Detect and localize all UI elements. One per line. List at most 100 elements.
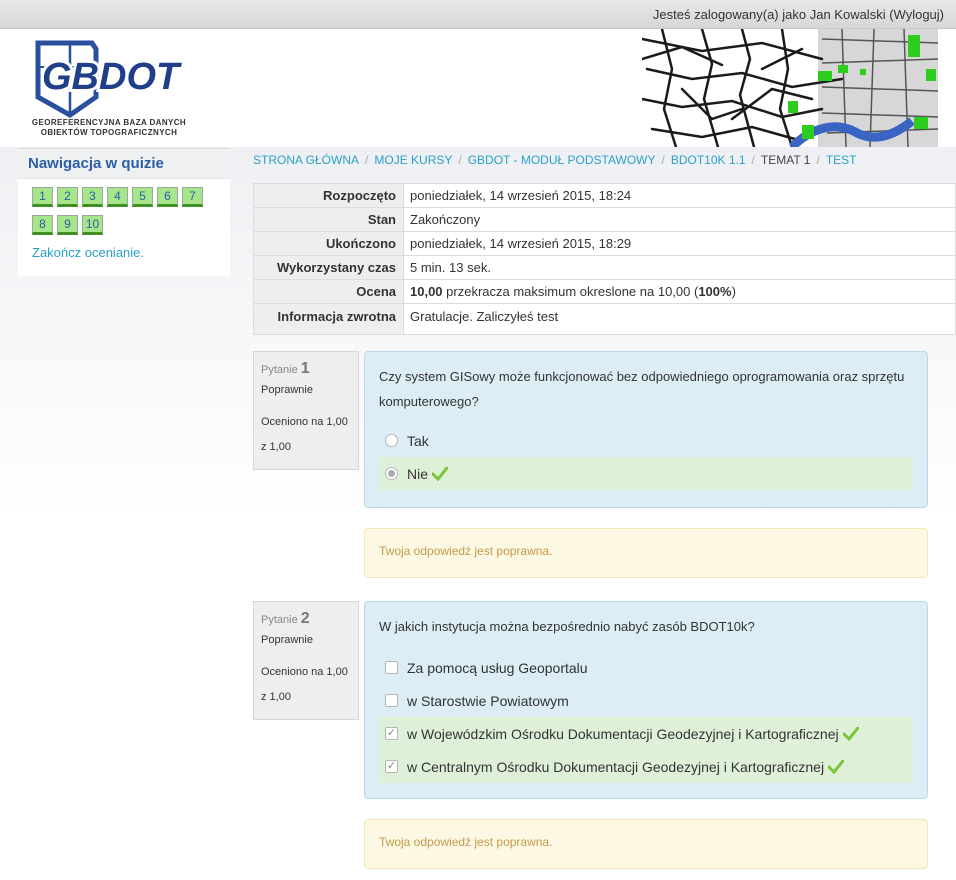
summary-value: poniedziałek, 14 wrzesień 2015, 18:29 — [403, 231, 956, 256]
breadcrumb-test[interactable]: TEST — [826, 153, 857, 167]
logo-subtitle: GEOREFERENCYJNA BAZA DANYCH OBIEKTÓW TOP… — [24, 118, 194, 138]
summary-row-state: Stan Zakończony — [253, 207, 956, 232]
logo-subtitle-line1: GEOREFERENCYJNA BAZA DANYCH — [31, 118, 187, 127]
question-grade-line2: z 1,00 — [261, 691, 291, 703]
question-text: Czy system GISowy może funkcjonować bez … — [379, 369, 905, 409]
question-prefix: Pytanie — [261, 364, 301, 376]
summary-label: Ukończono — [253, 231, 404, 256]
question-number: Pytanie 2 — [261, 610, 351, 628]
breadcrumb-my-courses[interactable]: MOJE KURSY — [374, 153, 452, 167]
grade-description: przekracza maksimum okreslone na 10,00 ( — [442, 284, 699, 299]
question-feedback-2: Twoja odpowiedź jest poprawna. — [364, 819, 928, 869]
summary-label: Stan — [253, 207, 404, 232]
breadcrumb-separator: / — [365, 153, 369, 167]
top-bar: Jesteś zalogowany(a) jako Jan Kowalski (… — [0, 0, 956, 29]
login-info: Jesteś zalogowany(a) jako Jan Kowalski (… — [653, 7, 944, 22]
login-prefix: Jesteś zalogowany(a) jako — [652, 7, 810, 22]
quiz-nav-button-5[interactable]: 5 — [132, 187, 153, 207]
quiz-nav-button-2[interactable]: 2 — [57, 187, 78, 207]
correct-check-icon — [828, 759, 845, 774]
summary-row-time-taken: Wykorzystany czas 5 min. 13 sek. — [253, 255, 956, 280]
logout-link[interactable]: (Wyloguj) — [889, 7, 944, 22]
answer-option[interactable]: ✓ w Wojewódzkim Ośrodku Dokumentacji Geo… — [379, 717, 913, 750]
breadcrumb-separator: / — [661, 153, 665, 167]
question-number: Pytanie 1 — [261, 360, 351, 378]
logo-subtitle-line2: OBIEKTÓW TOPOGRAFICZNYCH — [40, 128, 178, 137]
user-profile-link[interactable]: Jan Kowalski — [810, 7, 886, 22]
answer-label: w Centralnym Ośrodku Dokumentacji Geodez… — [407, 758, 825, 775]
question-grade-line1: Oceniono na 1,00 — [261, 416, 348, 428]
question-feedback-1: Twoja odpowiedź jest poprawna. — [364, 528, 928, 578]
question-grade: Oceniono na 1,00 z 1,00 — [261, 410, 351, 460]
quiz-nav-button-7[interactable]: 7 — [182, 187, 203, 207]
question-info-2: Pytanie 2 Poprawnie Oceniono na 1,00 z 1… — [253, 601, 359, 720]
quiz-nav-button-8[interactable]: 8 — [32, 215, 53, 235]
logo-title: GBDOT — [42, 56, 182, 98]
quiz-nav-button-1[interactable]: 1 — [32, 187, 53, 207]
summary-value: Gratulacje. Zaliczyłeś test — [403, 303, 956, 335]
answer-list: Tak Nie — [379, 424, 913, 490]
quiz-nav-button-9[interactable]: 9 — [57, 215, 78, 235]
question-grade-line1: Oceniono na 1,00 — [261, 666, 348, 678]
breadcrumb-section[interactable]: BDOT10K 1.1 — [671, 153, 746, 167]
summary-label: Informacja zwrotna — [253, 303, 404, 335]
answer-option[interactable]: Nie — [379, 457, 913, 490]
question-grade-line2: z 1,00 — [261, 441, 291, 453]
radio-button[interactable] — [385, 434, 398, 447]
summary-label: Rozpoczęto — [253, 183, 404, 208]
answer-option[interactable]: ✓ w Centralnym Ośrodku Dokumentacji Geod… — [379, 750, 913, 783]
checkbox[interactable] — [385, 694, 398, 707]
header-map-image — [642, 29, 938, 147]
answer-option[interactable]: Za pomocą usług Geoportalu — [379, 651, 913, 684]
checkbox-checked[interactable]: ✓ — [385, 727, 398, 740]
summary-value: Zakończony — [403, 207, 956, 232]
quiz-nav-button-4[interactable]: 4 — [107, 187, 128, 207]
quiz-navigation-buttons: 1234567 8 9 10 — [18, 179, 230, 243]
question-number-value: 1 — [300, 360, 310, 377]
quiz-nav-button-10[interactable]: 10 — [82, 215, 103, 235]
summary-value: 5 min. 13 sek. — [403, 255, 956, 280]
correct-check-icon — [842, 726, 859, 741]
breadcrumb-course[interactable]: GBDOT - MODUŁ PODSTAWOWY — [468, 153, 656, 167]
quiz-navigation-title: Nawigacja w quizie — [18, 148, 230, 179]
breadcrumb-home[interactable]: STRONA GŁÓWNA — [253, 153, 359, 167]
summary-label: Ocena — [253, 279, 404, 304]
answer-label: w Starostwie Powiatowym — [407, 692, 569, 709]
answer-label: w Wojewódzkim Ośrodku Dokumentacji Geode… — [407, 725, 839, 742]
summary-value: poniedziałek, 14 wrzesień 2015, 18:24 — [403, 183, 956, 208]
answer-option[interactable]: w Starostwie Powiatowym — [379, 684, 913, 717]
quiz-navigation-block: Nawigacja w quizie 1234567 8 9 10 Zakończ … — [18, 148, 230, 276]
correct-check-icon — [432, 466, 449, 481]
question-grade: Oceniono na 1,00 z 1,00 — [261, 660, 351, 710]
summary-row-started: Rozpoczęto poniedziałek, 14 wrzesień 201… — [253, 183, 956, 208]
question-state: Poprawnie — [261, 384, 313, 396]
site-header: GBDOT GBDOT GEOREFERENCYJNA BAZA DANYCH … — [0, 29, 956, 147]
checkbox[interactable] — [385, 661, 398, 674]
attempt-summary-table: Rozpoczęto poniedziałek, 14 wrzesień 201… — [253, 183, 956, 335]
question-info-1: Pytanie 1 Poprawnie Oceniono na 1,00 z 1… — [253, 351, 359, 470]
question-text: W jakich instytucja można bezpośrednio n… — [379, 619, 755, 634]
grade-description-end: ) — [731, 284, 736, 299]
summary-row-completed: Ukończono poniedziałek, 14 wrzesień 2015… — [253, 231, 956, 256]
breadcrumb-separator: / — [751, 153, 755, 167]
answer-list: Za pomocą usług Geoportalu w Starostwie … — [379, 651, 913, 783]
summary-label: Wykorzystany czas — [253, 255, 404, 280]
question-content-2: W jakich instytucja można bezpośrednio n… — [364, 601, 928, 799]
quiz-nav-button-6[interactable]: 6 — [157, 187, 178, 207]
breadcrumb-separator: / — [458, 153, 462, 167]
summary-grade-value: 10,00 przekracza maksimum okreslone na 1… — [403, 279, 956, 304]
question-content-1: Czy system GISowy może funkcjonować bez … — [364, 351, 928, 508]
radio-button[interactable] — [385, 467, 398, 480]
grade-percent: 100% — [698, 284, 732, 299]
answer-label: Tak — [407, 432, 429, 449]
question-state: Poprawnie — [261, 634, 313, 646]
quiz-nav-button-3[interactable]: 3 — [82, 187, 103, 207]
breadcrumb-separator: / — [816, 153, 820, 167]
logo-emblem-icon: GBDOT GBDOT — [35, 40, 185, 118]
finish-review-link[interactable]: Zakończ ocenianie. — [32, 245, 230, 260]
breadcrumb-current: TEMAT 1 — [760, 153, 811, 167]
checkbox-checked[interactable]: ✓ — [385, 760, 398, 773]
answer-option[interactable]: Tak — [379, 424, 913, 457]
answer-label: Nie — [407, 465, 429, 482]
grade-score: 10,00 — [410, 284, 443, 299]
